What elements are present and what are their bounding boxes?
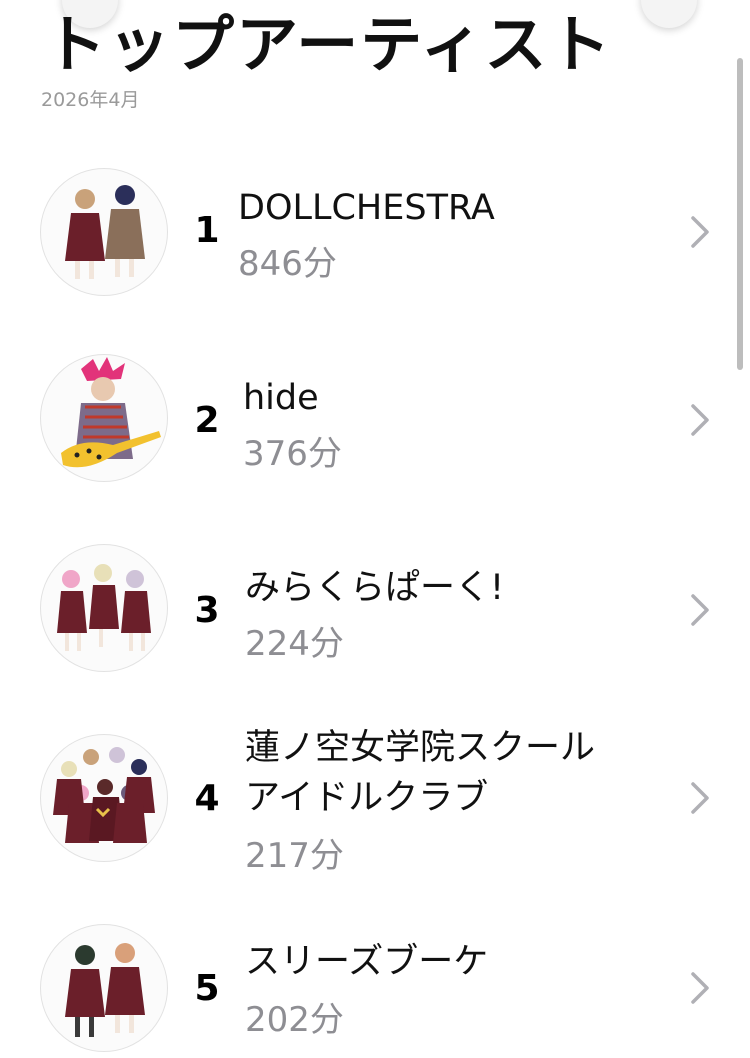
artist-name: DOLLCHESTRA — [238, 188, 495, 228]
artist-name: みらくらぱーく! — [245, 568, 505, 608]
artist-row-3[interactable]: 3 みらくらぱーく! 224分 — [0, 540, 750, 680]
rank-number: 3 — [194, 590, 220, 631]
chevron-right-icon — [691, 594, 709, 626]
rank-number: 4 — [194, 778, 220, 819]
chevron-right-icon — [691, 404, 709, 436]
artist-name: スリーズブーケ — [245, 942, 489, 982]
artist-name-line-2: アイドルクラブ — [245, 778, 489, 818]
artist-name-line-1: 蓮ノ空女学院スクール — [245, 728, 596, 768]
page-title: トップアーティスト — [44, 8, 613, 81]
period-label: 2026年4月 — [41, 89, 140, 111]
chevron-right-icon — [691, 782, 709, 814]
chevron-right-icon — [691, 972, 709, 1004]
artist-row-1[interactable]: 1 DOLLCHESTRA 846分 — [0, 160, 750, 300]
rank-number: 2 — [194, 400, 220, 441]
rank-number: 1 — [194, 210, 220, 251]
listening-minutes: 217分 — [245, 836, 344, 876]
rank-number: 5 — [194, 968, 220, 1009]
listening-minutes: 202分 — [245, 1000, 344, 1040]
listening-minutes: 224分 — [245, 624, 344, 664]
chevron-right-icon — [691, 216, 709, 248]
group-schoolgirls-avatar-icon — [40, 734, 168, 862]
listening-minutes: 376分 — [243, 434, 342, 474]
guitarist-avatar-icon — [40, 354, 168, 482]
artist-row-5[interactable]: 5 スリーズブーケ 202分 — [0, 918, 750, 1058]
artist-name: hide — [243, 378, 319, 418]
duo-schoolgirls-avatar-icon — [40, 924, 168, 1052]
trio-schoolgirls-avatar-icon — [40, 544, 168, 672]
artist-row-2[interactable]: 2 hide 376分 — [0, 350, 750, 490]
listening-minutes: 846分 — [238, 244, 337, 284]
duo-schoolgirls-avatar-icon — [40, 168, 168, 296]
artist-row-4[interactable]: 4 蓮ノ空女学院スクール アイドルクラブ 217分 — [0, 728, 750, 878]
